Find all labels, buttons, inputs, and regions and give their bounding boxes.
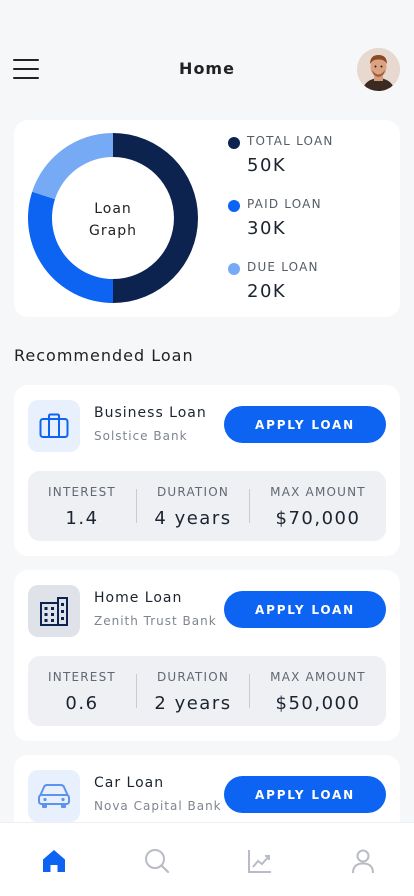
stat-value: 4 years xyxy=(154,508,232,529)
loan-card-home: Home Loan Zenith Trust Bank APPLY LOAN I… xyxy=(14,570,400,741)
stat-duration: DURATION 4 years xyxy=(137,471,249,541)
stat-label: DURATION xyxy=(156,485,230,499)
apply-loan-button[interactable]: APPLY LOAN xyxy=(224,406,386,443)
loan-legend: TOTAL LOAN 50K PAID LOAN 30K DUE LOAN 20… xyxy=(228,132,388,321)
loan-name: Home Loan xyxy=(94,590,183,606)
stat-label: DURATION xyxy=(156,670,230,684)
stat-label: INTEREST xyxy=(48,670,116,684)
loan-stats: INTEREST 1.4 DURATION 4 years MAX AMOUNT… xyxy=(28,471,386,541)
profile-icon[interactable] xyxy=(349,847,377,875)
loan-bank: Solstice Bank xyxy=(94,429,188,443)
stat-interest: INTEREST 0.6 xyxy=(28,656,136,726)
briefcase-icon xyxy=(28,400,80,452)
apply-loan-button[interactable]: APPLY LOAN xyxy=(224,776,386,813)
apply-loan-button[interactable]: APPLY LOAN xyxy=(224,591,386,628)
donut-slice-due-loan xyxy=(32,133,113,200)
stat-value: 0.6 xyxy=(65,693,99,714)
loan-card-business: Business Loan Solstice Bank APPLY LOAN I… xyxy=(14,385,400,556)
legend-item-paid: PAID LOAN 30K xyxy=(228,195,388,258)
loan-bank: Zenith Trust Bank xyxy=(94,614,217,628)
home-icon[interactable] xyxy=(40,847,68,875)
legend-label: DUE LOAN xyxy=(247,260,319,274)
legend-dot xyxy=(228,137,240,149)
stat-label: MAX AMOUNT xyxy=(270,485,366,499)
section-title: Recommended Loan xyxy=(14,346,194,365)
legend-label: TOTAL LOAN xyxy=(247,134,334,148)
loan-name: Business Loan xyxy=(94,405,207,421)
stat-label: MAX AMOUNT xyxy=(270,670,366,684)
stat-duration: DURATION 2 years xyxy=(137,656,249,726)
car-icon xyxy=(28,770,80,822)
loan-summary-card: Loan Graph TOTAL LOAN 50K PAID LOAN 30K … xyxy=(14,120,400,317)
donut-label-line2: Graph xyxy=(89,223,137,239)
page-title: Home xyxy=(179,59,235,78)
search-icon[interactable] xyxy=(143,847,171,875)
loan-stats: INTEREST 0.6 DURATION 2 years MAX AMOUNT… xyxy=(28,656,386,726)
stat-label: INTEREST xyxy=(48,485,116,499)
legend-dot xyxy=(228,200,240,212)
legend-value: 50K xyxy=(247,155,287,176)
donut-center-label: Loan Graph xyxy=(78,198,148,242)
legend-value: 30K xyxy=(247,218,287,239)
stat-value: $50,000 xyxy=(275,693,361,714)
legend-dot xyxy=(228,263,240,275)
stat-max-amount: MAX AMOUNT $50,000 xyxy=(250,656,386,726)
legend-item-total: TOTAL LOAN 50K xyxy=(228,132,388,195)
legend-value: 20K xyxy=(247,281,287,302)
stat-value: $70,000 xyxy=(275,508,361,529)
building-icon xyxy=(28,585,80,637)
stat-value: 2 years xyxy=(154,693,232,714)
avatar[interactable] xyxy=(357,48,400,91)
stat-max-amount: MAX AMOUNT $70,000 xyxy=(250,471,386,541)
stat-interest: INTEREST 1.4 xyxy=(28,471,136,541)
stat-value: 1.4 xyxy=(65,508,99,529)
loan-name: Car Loan xyxy=(94,775,165,791)
donut-label-line1: Loan xyxy=(94,201,132,217)
legend-label: PAID LOAN xyxy=(247,197,322,211)
legend-item-due: DUE LOAN 20K xyxy=(228,258,388,321)
loan-bank: Nova Capital Bank xyxy=(94,799,222,813)
header: Home xyxy=(0,0,414,110)
bottom-nav xyxy=(0,822,414,896)
chart-icon[interactable] xyxy=(246,847,274,875)
